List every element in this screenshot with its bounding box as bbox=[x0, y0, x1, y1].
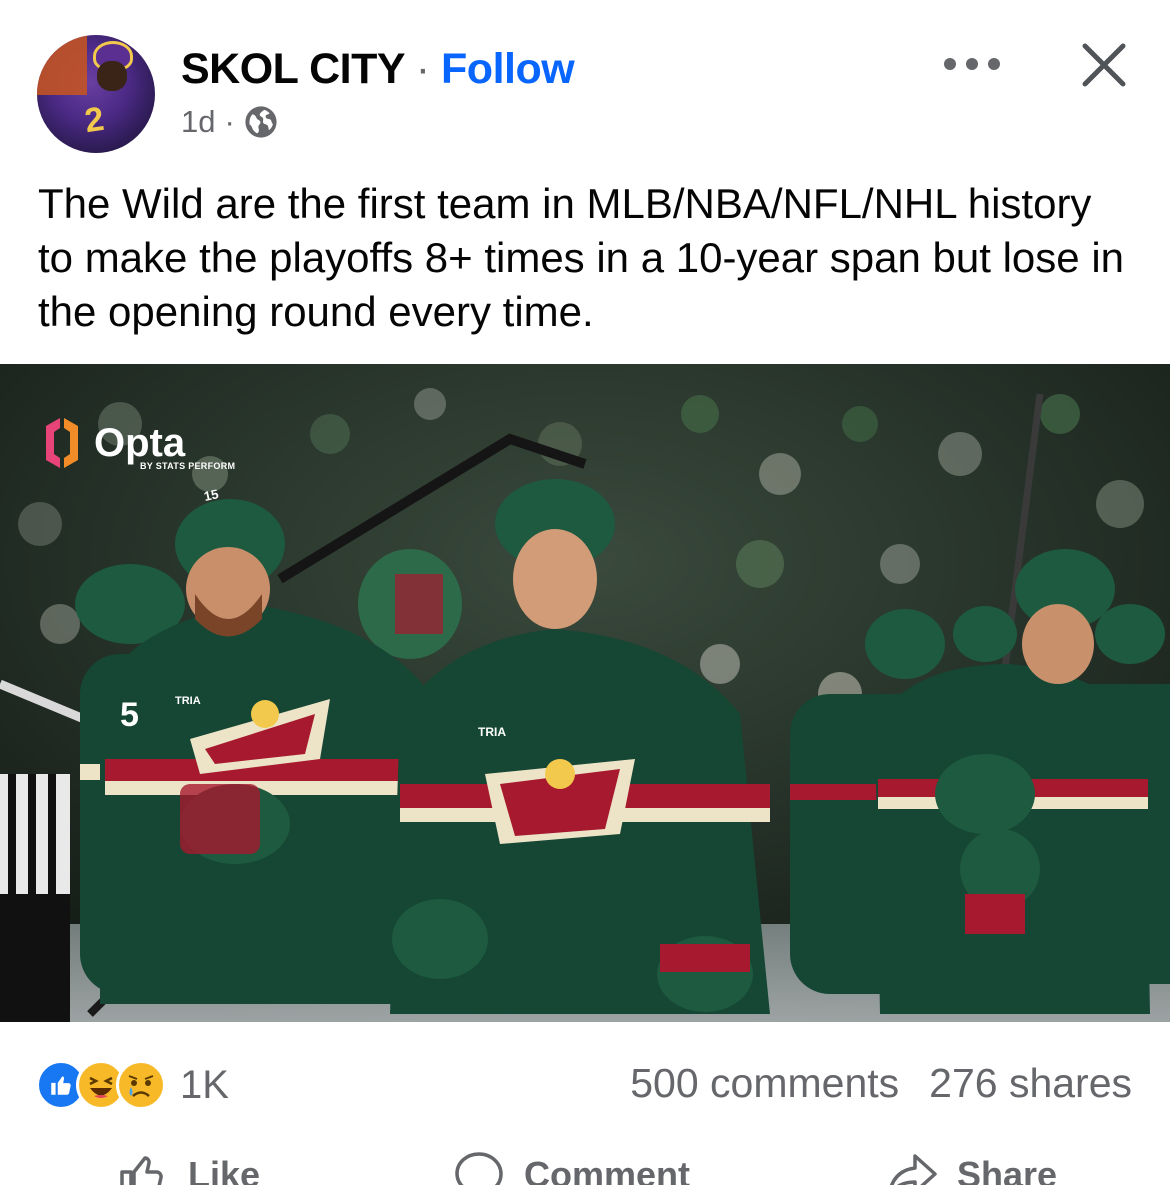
comment-share-counts: 500 comments 276 shares bbox=[630, 1060, 1132, 1107]
jersey-number: 5 bbox=[120, 696, 139, 734]
page-avatar[interactable]: 2 bbox=[37, 35, 155, 153]
reactions-summary[interactable]: 1K bbox=[36, 1060, 229, 1110]
page-name-line: SKOL CITY · Follow bbox=[181, 45, 575, 94]
helmet-number: 15 bbox=[203, 486, 220, 504]
more-options-button[interactable] bbox=[944, 44, 1000, 84]
share-button[interactable]: Share bbox=[885, 1148, 1057, 1185]
engagement-stats: 1K 500 comments 276 shares bbox=[0, 1040, 1170, 1120]
shares-count[interactable]: 276 shares bbox=[929, 1060, 1132, 1107]
meta-separator: · bbox=[224, 104, 235, 139]
sad-icon bbox=[116, 1060, 166, 1110]
close-icon[interactable] bbox=[1079, 40, 1129, 90]
follow-button[interactable]: Follow bbox=[441, 45, 575, 93]
name-separator: · bbox=[415, 45, 430, 93]
action-bar: Like Comment Share bbox=[0, 1148, 1170, 1185]
like-button[interactable]: Like bbox=[116, 1148, 260, 1185]
avatar-background bbox=[37, 35, 87, 95]
like-label: Like bbox=[188, 1154, 261, 1185]
more-horizontal-icon bbox=[944, 58, 956, 70]
more-dot bbox=[988, 58, 1000, 70]
post-timestamp[interactable]: 1d bbox=[181, 104, 215, 140]
avatar-jersey-number: 2 bbox=[82, 99, 107, 141]
jersey-sponsor-center: TRIA bbox=[478, 725, 506, 739]
opta-logo-icon bbox=[46, 418, 78, 468]
referee bbox=[0, 774, 70, 1022]
opta-subtitle: BY STATS PERFORM bbox=[140, 461, 236, 471]
comments-count[interactable]: 500 comments bbox=[630, 1060, 899, 1107]
avatar-face bbox=[97, 61, 127, 91]
share-icon bbox=[889, 1154, 937, 1185]
comment-button[interactable]: Comment bbox=[452, 1148, 690, 1185]
more-dot bbox=[966, 58, 978, 70]
globe-icon bbox=[245, 106, 277, 138]
opta-name: Opta bbox=[94, 421, 186, 465]
thumbs-up-icon bbox=[120, 1156, 163, 1185]
post-header: 2 SKOL CITY · Follow 1d · bbox=[0, 0, 1170, 165]
share-label: Share bbox=[957, 1154, 1058, 1185]
jersey-sponsor-left: TRIA bbox=[175, 695, 201, 707]
comment-icon bbox=[455, 1152, 503, 1185]
reaction-count: 1K bbox=[180, 1062, 229, 1107]
player-goalie bbox=[358, 549, 462, 659]
post-meta: 1d · bbox=[181, 104, 278, 140]
comment-label: Comment bbox=[524, 1154, 691, 1185]
page-name[interactable]: SKOL CITY bbox=[181, 45, 405, 93]
post-text: The Wild are the first team in MLB/NBA/N… bbox=[38, 180, 1125, 335]
